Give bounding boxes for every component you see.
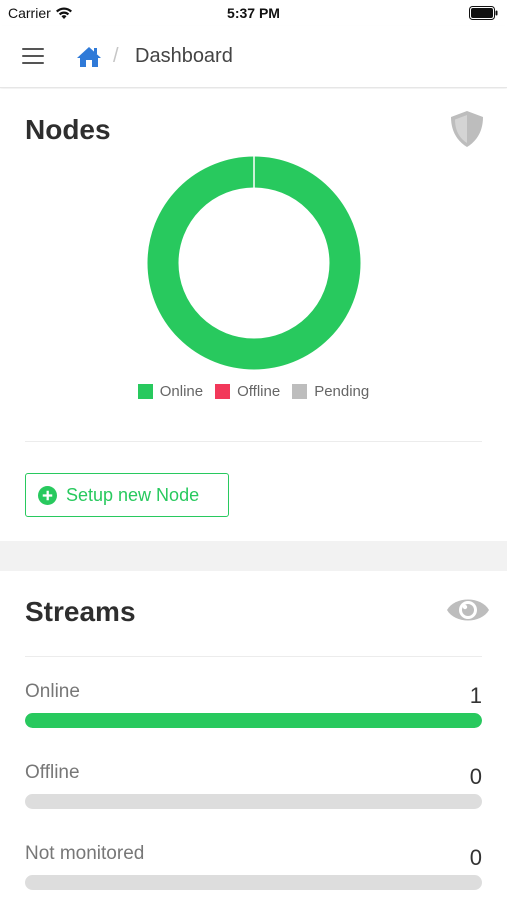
stream-row-offline: Offline 0: [25, 762, 482, 822]
nodes-divider: [25, 441, 482, 442]
stream-label: Offline: [25, 762, 80, 783]
nodes-donut-chart: [147, 156, 361, 370]
stream-label: Not monitored: [25, 843, 145, 864]
legend-item-pending[interactable]: Pending: [292, 383, 369, 400]
nodes-title: Nodes: [25, 114, 111, 145]
battery-icon: [469, 6, 498, 20]
status-bar: Carrier 5:37 PM: [0, 0, 507, 26]
breadcrumb-separator: /: [113, 45, 119, 67]
stream-row-not-monitored: Not monitored 0: [25, 843, 482, 900]
legend-swatch: [137, 384, 153, 399]
progress-track: [25, 794, 482, 809]
stream-row-online: Online 1: [25, 681, 482, 741]
nodes-card: Nodes Online Offline Pending Setup new Nod…: [0, 89, 507, 541]
legend-item-online[interactable]: Online: [137, 383, 204, 400]
progress-fill: [25, 713, 482, 728]
plus-circle-icon: [38, 485, 57, 505]
streams-card: Streams Online 1 Offline 0 Not monitored…: [0, 571, 507, 900]
donut-slice-online: [147, 156, 361, 370]
progress-track: [25, 875, 482, 890]
stream-count: 1: [469, 683, 482, 708]
shield-icon: [451, 111, 483, 147]
hamburger-menu-icon[interactable]: [22, 48, 44, 66]
setup-new-node-button[interactable]: Setup new Node: [25, 473, 229, 517]
legend-swatch: [292, 384, 308, 399]
eye-icon: [447, 599, 489, 621]
section-gap: [0, 541, 507, 571]
streams-title: Streams: [25, 596, 136, 627]
legend-label: Online: [159, 383, 204, 400]
app-header: / Dashboard: [0, 26, 507, 88]
legend-item-offline[interactable]: Offline: [215, 383, 280, 400]
nodes-legend: Online Offline Pending: [0, 383, 507, 400]
breadcrumb-current: Dashboard: [135, 45, 233, 67]
stream-count: 0: [469, 845, 482, 870]
stream-label: Online: [25, 681, 80, 702]
setup-new-node-label: Setup new Node: [66, 484, 200, 505]
home-icon[interactable]: [76, 45, 102, 69]
legend-swatch: [215, 384, 231, 399]
progress-track: [25, 713, 482, 728]
status-time: 5:37 PM: [227, 5, 280, 21]
stream-count: 0: [469, 764, 482, 789]
legend-label: Offline: [237, 383, 281, 400]
legend-label: Pending: [314, 383, 370, 400]
streams-divider: [25, 656, 482, 657]
